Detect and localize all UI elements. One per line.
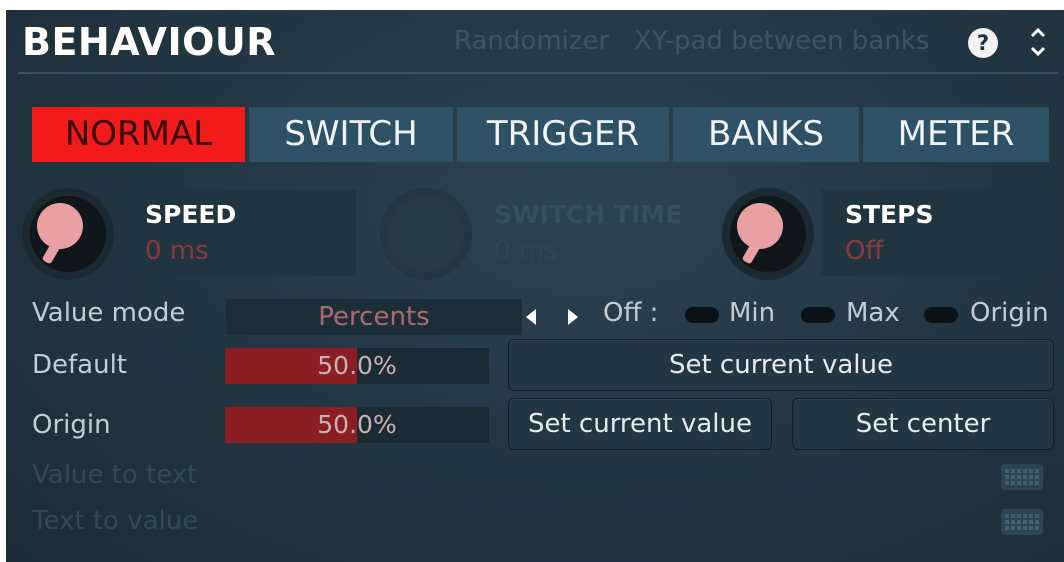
keyboard-icon bbox=[1001, 509, 1043, 535]
origin-slider[interactable]: 50.0% bbox=[225, 407, 489, 443]
default-slider[interactable]: 50.0% bbox=[225, 348, 489, 384]
key-row bbox=[1005, 514, 1039, 518]
header-divider bbox=[18, 72, 1058, 74]
keyboard-icon bbox=[1001, 464, 1043, 490]
origin-toggle[interactable] bbox=[924, 307, 958, 323]
randomizer-link[interactable]: Randomizer bbox=[454, 26, 609, 56]
knob-face bbox=[395, 203, 441, 249]
switch-time-label: SWITCH TIME bbox=[494, 200, 683, 229]
switch-time-knob bbox=[380, 188, 472, 280]
behaviour-panel: BEHAVIOUR Randomizer XY-pad between bank… bbox=[6, 10, 1064, 562]
min-label: Min bbox=[729, 298, 776, 328]
key-row bbox=[1005, 520, 1039, 524]
panel-title: BEHAVIOUR bbox=[22, 20, 277, 64]
origin-option-label: Origin bbox=[970, 298, 1049, 328]
next-mode-arrow-icon[interactable] bbox=[562, 306, 582, 328]
speed-knob-group[interactable]: SPEED 0 ms bbox=[22, 186, 362, 282]
value-mode-label: Value mode bbox=[32, 298, 186, 328]
steps-label: STEPS bbox=[845, 200, 934, 229]
speed-value[interactable]: 0 ms bbox=[145, 236, 209, 266]
tab-banks[interactable]: BANKS bbox=[673, 107, 859, 162]
xy-pad-link[interactable]: XY-pad between banks bbox=[634, 26, 929, 56]
tab-switch[interactable]: SWITCH bbox=[249, 107, 453, 162]
min-toggle[interactable] bbox=[685, 307, 719, 323]
off-label: Off : bbox=[603, 298, 659, 328]
default-set-current-value-button[interactable]: Set current value bbox=[508, 339, 1054, 391]
default-slider-value: 50.0% bbox=[317, 351, 397, 380]
origin-set-current-value-button[interactable]: Set current value bbox=[508, 398, 772, 450]
tab-trigger[interactable]: TRIGGER bbox=[457, 107, 669, 162]
max-toggle[interactable] bbox=[801, 307, 835, 323]
key-row bbox=[1005, 475, 1039, 479]
speed-label: SPEED bbox=[145, 200, 237, 229]
prev-mode-arrow-icon[interactable] bbox=[522, 306, 542, 328]
value-mode-select[interactable]: Percents bbox=[226, 299, 522, 335]
steps-knob[interactable] bbox=[722, 188, 814, 280]
chevron-updown-glyph bbox=[1030, 27, 1046, 57]
key-row bbox=[1005, 526, 1039, 530]
next-arrow-glyph bbox=[568, 309, 578, 325]
origin-slider-value: 50.0% bbox=[317, 410, 397, 439]
value-to-text-label: Value to text bbox=[32, 460, 198, 490]
set-center-button[interactable]: Set center bbox=[792, 398, 1054, 450]
key-row bbox=[1005, 469, 1039, 473]
switch-time-value: 0 ms bbox=[494, 236, 558, 266]
text-to-value-label: Text to value bbox=[32, 506, 199, 536]
steps-knob-group[interactable]: STEPS Off bbox=[722, 186, 1062, 282]
default-label: Default bbox=[32, 350, 127, 380]
chevron-updown-icon[interactable] bbox=[1026, 22, 1050, 62]
prev-arrow-glyph bbox=[526, 309, 536, 325]
max-label: Max bbox=[846, 298, 900, 328]
tab-meter[interactable]: METER bbox=[863, 107, 1049, 162]
origin-label: Origin bbox=[32, 410, 111, 440]
switch-time-knob-group: SWITCH TIME 0 ms bbox=[380, 186, 720, 282]
help-icon[interactable]: ? bbox=[968, 28, 998, 58]
speed-knob[interactable] bbox=[22, 188, 114, 280]
key-row bbox=[1005, 481, 1039, 485]
tab-normal[interactable]: NORMAL bbox=[32, 107, 245, 162]
steps-value[interactable]: Off bbox=[845, 236, 883, 266]
